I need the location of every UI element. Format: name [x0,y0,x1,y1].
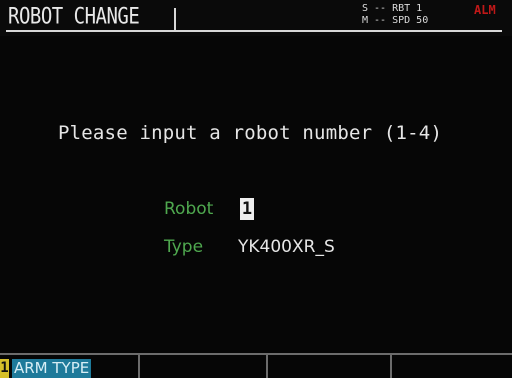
title-divider [174,8,176,30]
function-key-bar: 1 ARM TYPE [0,353,512,378]
fkey-label: ARM TYPE [12,359,92,378]
header-divider [6,30,502,32]
robot-number-prompt: Please input a robot number (1-4) [58,122,443,144]
fkey-slot-2[interactable] [140,355,268,378]
fkey-slot-4[interactable] [392,355,512,378]
alarm-indicator: ALM [474,3,496,17]
robot-number-input[interactable] [240,198,254,220]
pendant-screen: ROBOT CHANGE S -- RBT 1 M -- SPD 50 ALM … [0,0,512,378]
fkey-number: 1 [0,359,9,378]
robot-type-value: YK400XR_S [238,237,335,257]
type-label: Type [164,237,204,257]
status-line-robot: S -- RBT 1 [362,3,423,14]
fkey-slot-3[interactable] [268,355,392,378]
robot-label: Robot [164,199,214,219]
fkey-arm-type[interactable]: 1 ARM TYPE [0,355,140,378]
header-bar: ROBOT CHANGE S -- RBT 1 M -- SPD 50 ALM [0,0,512,36]
status-indicator: S -- RBT 1 M -- SPD 50 [362,3,472,29]
screen-title: ROBOT CHANGE [8,4,140,30]
status-line-speed: M -- SPD 50 [362,15,429,26]
